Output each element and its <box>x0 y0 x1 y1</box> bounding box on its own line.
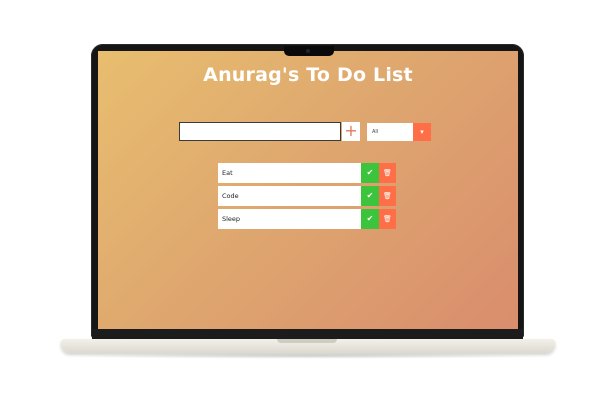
page-title: Anurag's To Do List <box>203 64 413 86</box>
todo-item: Code ✔ 🗑 <box>218 186 396 206</box>
todo-text: Sleep <box>222 215 241 223</box>
laptop-mockup: Anurag's To Do List + All ▾ Eat ✔ 🗑 Code <box>0 0 612 408</box>
laptop-shadow <box>70 353 546 359</box>
check-icon: ✔ <box>366 214 374 223</box>
delete-button[interactable]: 🗑 <box>379 209 396 229</box>
camera-icon <box>306 49 310 53</box>
filter-select[interactable]: All <box>367 123 413 141</box>
plus-icon: + <box>344 121 358 140</box>
complete-button[interactable]: ✔ <box>361 163 379 183</box>
trash-icon: 🗑 <box>383 169 392 177</box>
todo-list: Eat ✔ 🗑 Code ✔ 🗑 Sleep ✔ 🗑 <box>218 163 396 232</box>
todo-text: Eat <box>222 169 233 177</box>
trash-icon: 🗑 <box>383 215 392 223</box>
check-icon: ✔ <box>366 168 374 177</box>
check-icon: ✔ <box>366 191 374 200</box>
delete-button[interactable]: 🗑 <box>379 186 396 206</box>
todo-item: Sleep ✔ 🗑 <box>218 209 396 229</box>
todo-input[interactable] <box>179 122 341 141</box>
filter-dropdown-button[interactable]: ▾ <box>413 123 431 141</box>
add-todo-button[interactable]: + <box>342 122 360 141</box>
complete-button[interactable]: ✔ <box>361 186 379 206</box>
laptop-opening-notch <box>277 339 337 343</box>
chevron-down-icon: ▾ <box>420 128 424 136</box>
complete-button[interactable]: ✔ <box>361 209 379 229</box>
delete-button[interactable]: 🗑 <box>379 163 396 183</box>
todo-item: Eat ✔ 🗑 <box>218 163 396 183</box>
trash-icon: 🗑 <box>383 192 392 200</box>
laptop-hinge <box>92 329 523 339</box>
todo-text: Code <box>222 192 239 200</box>
app-screen: Anurag's To Do List + All ▾ Eat ✔ 🗑 Code <box>98 51 518 329</box>
